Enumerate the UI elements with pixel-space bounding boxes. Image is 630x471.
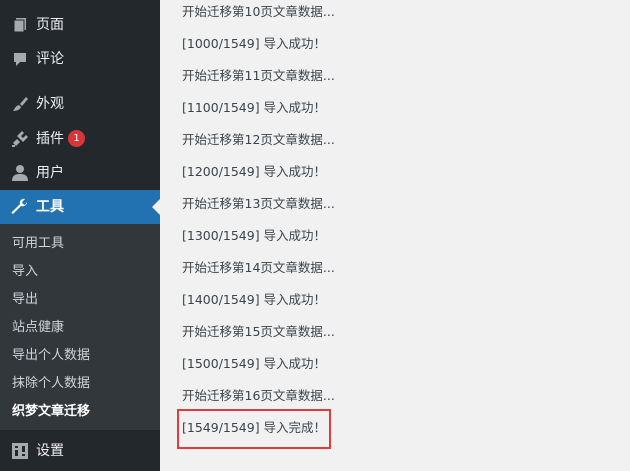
log-line: 开始迁移第13页文章数据... — [182, 196, 335, 211]
tools-submenu: 可用工具 导入 导出 站点健康 导出个人数据 抹除个人数据 织梦文章迁移 — [0, 224, 160, 430]
plugin-update-badge: 1 — [68, 129, 85, 147]
menu-item-settings[interactable]: 设置 — [0, 434, 160, 468]
wrench-icon — [10, 197, 30, 217]
log-line: [1300/1549] 导入成功！ — [182, 228, 327, 243]
menu-label-pages: 页面 — [36, 17, 64, 33]
page-icon — [10, 15, 30, 35]
plugin-icon — [10, 129, 30, 149]
log-line: [1100/1549] 导入成功！ — [182, 100, 327, 115]
log-line: [1000/1549] 导入成功！ — [182, 36, 327, 51]
submenu-item-export[interactable]: 导出 — [12, 291, 38, 309]
log-line: 开始迁移第10页文章数据... — [182, 4, 335, 19]
menu-item-users[interactable]: 用户 — [0, 156, 160, 190]
submenu-item-erase-personal-data[interactable]: 抹除个人数据 — [12, 375, 90, 393]
log-line: 开始迁移第14页文章数据... — [182, 260, 335, 275]
paintbrush-icon — [10, 94, 30, 114]
menu-label-tools: 工具 — [36, 199, 64, 215]
log-line: [1200/1549] 导入成功！ — [182, 164, 327, 179]
settings-icon — [10, 441, 30, 461]
menu-label-users: 用户 — [36, 165, 64, 181]
log-line: 开始迁移第11页文章数据... — [182, 68, 335, 83]
menu-label-comments: 评论 — [36, 51, 64, 67]
log-line: 开始迁移第16页文章数据... — [182, 388, 335, 403]
submenu-item-site-health[interactable]: 站点健康 — [12, 319, 64, 337]
menu-label-plugins: 插件 1 — [36, 129, 85, 148]
migration-log-panel: 开始迁移第10页文章数据... [1000/1549] 导入成功！ 开始迁移第1… — [160, 0, 630, 471]
admin-sidebar: 页面 评论 外观 插件 1 用户 工具 可用工具 导入 导出 站点健康 导出个人… — [0, 0, 160, 471]
submenu-item-available-tools[interactable]: 可用工具 — [12, 235, 64, 253]
menu-label-settings: 设置 — [36, 443, 64, 459]
menu-label-plugins-text: 插件 — [36, 131, 64, 147]
menu-label-appearance: 外观 — [36, 96, 64, 112]
menu-item-plugins[interactable]: 插件 1 — [0, 122, 160, 156]
submenu-item-dedecms-migration[interactable]: 织梦文章迁移 — [12, 403, 90, 421]
submenu-item-export-personal-data[interactable]: 导出个人数据 — [12, 347, 90, 365]
active-menu-arrow — [152, 199, 160, 215]
log-line: 开始迁移第12页文章数据... — [182, 132, 335, 147]
menu-item-pages[interactable]: 页面 — [0, 8, 160, 42]
user-icon — [10, 163, 30, 183]
log-line: [1400/1549] 导入成功！ — [182, 292, 327, 307]
log-line: [1500/1549] 导入成功！ — [182, 356, 327, 371]
comment-icon — [10, 49, 30, 69]
menu-item-appearance[interactable]: 外观 — [0, 87, 160, 121]
menu-item-comments[interactable]: 评论 — [0, 42, 160, 76]
log-line: 开始迁移第15页文章数据... — [182, 324, 335, 339]
menu-item-tools[interactable]: 工具 — [0, 190, 160, 224]
submenu-item-import[interactable]: 导入 — [12, 263, 38, 281]
import-complete-line: [1549/1549] 导入完成！ — [182, 420, 327, 435]
